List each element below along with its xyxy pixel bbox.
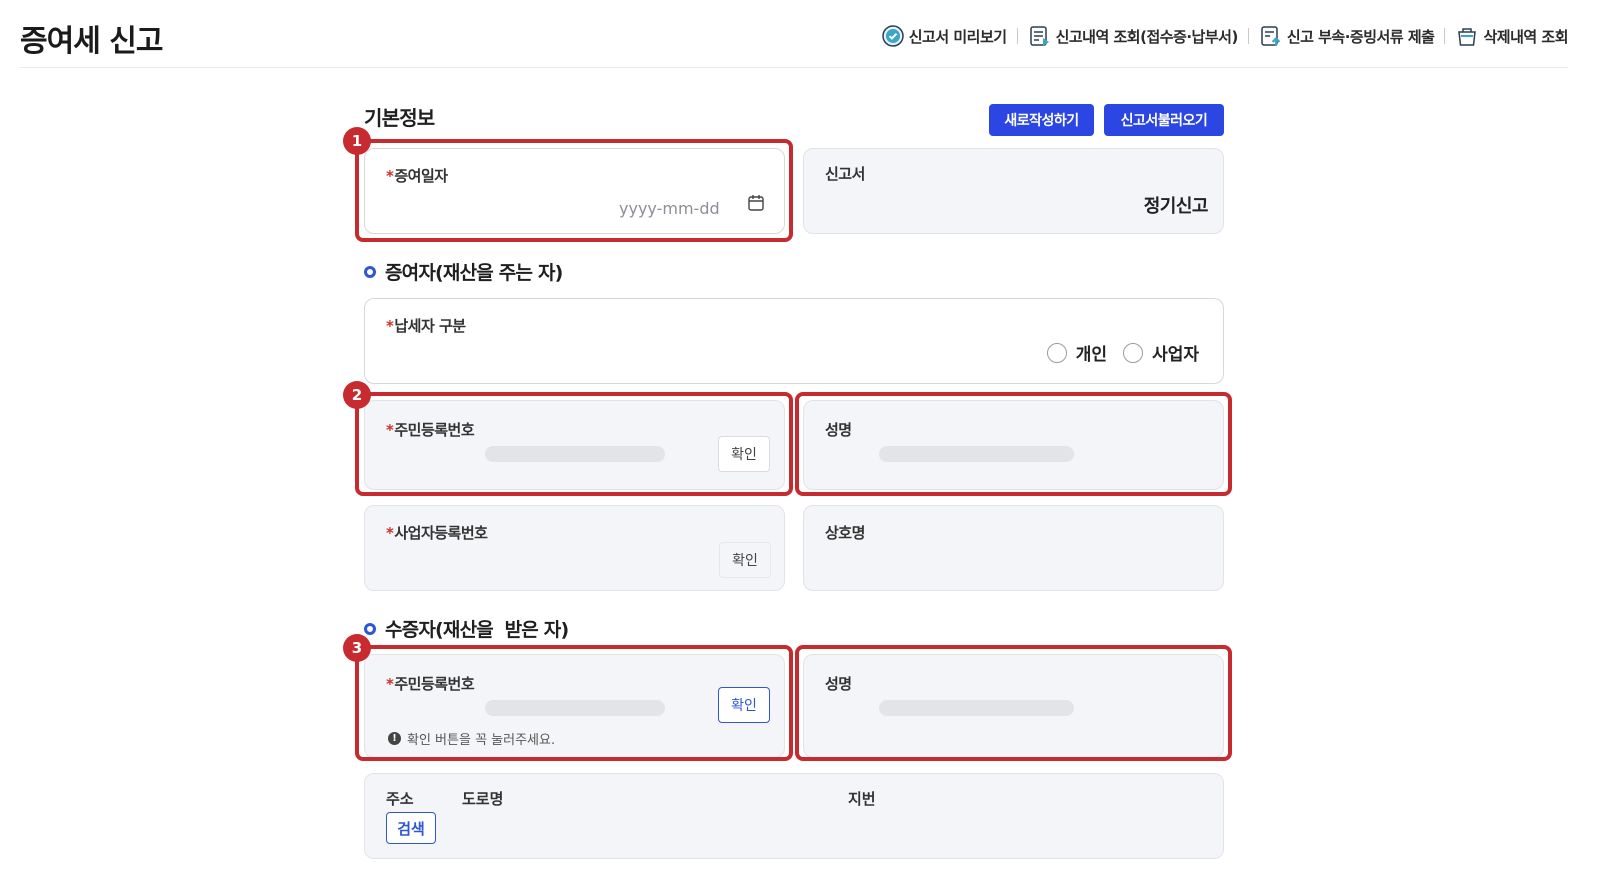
deleted-history-link-label: 삭제내역 조회 <box>1483 27 1568 46</box>
header-links: 신고서 미리보기 신고내역 조회(접수증·납부서) 신고 부속·증빙서류 제출 <box>881 24 1568 48</box>
new-report-button[interactable]: 새로작성하기 <box>989 104 1094 136</box>
gift-date-input[interactable]: yyyy-mm-dd <box>619 199 720 218</box>
deleted-history-link[interactable]: 삭제내역 조회 <box>1455 24 1568 48</box>
donor-bizno-card: *사업자등록번호 확인 <box>364 505 785 591</box>
donor-rrn-input[interactable] <box>485 446 665 462</box>
recipient-rrn-confirm-button[interactable]: 확인 <box>718 687 770 723</box>
bullet-icon <box>364 265 376 278</box>
address-search-button[interactable]: 검색 <box>386 812 436 844</box>
document-list-icon <box>1029 26 1049 46</box>
calendar-icon[interactable] <box>747 194 765 212</box>
step-badge-1: 1 <box>343 127 371 155</box>
donor-bizno-label: *사업자등록번호 <box>386 524 488 542</box>
recipient-name-label: 성명 <box>825 675 852 693</box>
radio-circle <box>1046 342 1067 363</box>
basic-info-title: 기본정보 <box>364 106 435 130</box>
radio-business[interactable]: 사업자 <box>1123 340 1199 365</box>
preview-link[interactable]: 신고서 미리보기 <box>881 24 1007 48</box>
donor-name-value <box>879 446 1074 462</box>
address-card: 주소 도로명 지번 검색 <box>364 773 1224 859</box>
recipient-rrn-label: *주민등록번호 <box>386 675 475 693</box>
donor-rrn-card: *주민등록번호 확인 <box>364 400 785 490</box>
recipient-name-card: 성명 <box>803 654 1224 758</box>
report-type-value: 정기신고 <box>1143 196 1209 217</box>
divider <box>1444 28 1446 44</box>
radio-circle <box>1123 342 1144 363</box>
radio-individual[interactable]: 개인 <box>1046 340 1107 365</box>
divider <box>1016 28 1018 44</box>
recipient-rrn-card: *주민등록번호 확인 ! 확인 버튼을 꼭 눌러주세요. <box>364 654 785 758</box>
attachment-link-label: 신고 부속·증빙서류 제출 <box>1286 27 1435 46</box>
confirm-notice: ! 확인 버튼을 꼭 눌러주세요. <box>388 729 555 748</box>
attachment-link[interactable]: 신고 부속·증빙서류 제출 <box>1259 24 1435 48</box>
gift-date-label: *증여일자 <box>386 167 448 185</box>
address-label: 주소 <box>386 790 414 808</box>
step-badge-3: 3 <box>343 634 371 662</box>
donor-company-card: 상호명 <box>803 505 1224 591</box>
divider <box>1247 28 1249 44</box>
gift-date-card: *증여일자 yyyy-mm-dd <box>364 148 785 234</box>
top-bar: 증여세 신고 신고서 미리보기 신고내역 조회(접수증·납부서) 신고 부속·증… <box>20 0 1568 68</box>
donor-company-label: 상호명 <box>825 524 865 542</box>
page-title: 증여세 신고 <box>20 24 163 59</box>
donor-section-title: 증여자(재산을 주는 자) <box>364 258 563 285</box>
recipient-name-value <box>879 700 1074 716</box>
taxpayer-type-label: *납세자 구분 <box>386 317 466 335</box>
info-icon: ! <box>388 732 401 745</box>
step-badge-2: 2 <box>343 381 371 409</box>
report-type-card: 신고서 정기신고 <box>803 148 1224 234</box>
taxpayer-type-card: *납세자 구분 개인 사업자 <box>364 298 1224 384</box>
trash-icon <box>1458 28 1477 46</box>
check-circle-icon <box>882 25 904 47</box>
donor-name-card: 성명 <box>803 400 1224 490</box>
recipient-section-title: 수증자(재산을 받은 자) <box>364 615 569 642</box>
preview-link-label: 신고서 미리보기 <box>908 27 1007 46</box>
road-address-label: 도로명 <box>462 790 504 808</box>
donor-bizno-confirm-button[interactable]: 확인 <box>719 542 771 578</box>
upload-document-icon <box>1261 26 1281 46</box>
donor-rrn-label: *주민등록번호 <box>386 421 475 439</box>
history-link[interactable]: 신고내역 조회(접수증·납부서) <box>1028 24 1238 48</box>
load-report-button[interactable]: 신고서불러오기 <box>1104 104 1224 136</box>
donor-name-label: 성명 <box>825 421 852 439</box>
report-type-label: 신고서 <box>825 165 865 183</box>
bullet-icon <box>364 622 376 635</box>
recipient-rrn-input[interactable] <box>485 700 665 716</box>
taxpayer-type-radios: 개인 사업자 <box>1031 340 1199 365</box>
lot-address-label: 지번 <box>848 790 876 808</box>
history-link-label: 신고내역 조회(접수증·납부서) <box>1055 27 1239 46</box>
donor-rrn-confirm-button[interactable]: 확인 <box>718 436 770 472</box>
